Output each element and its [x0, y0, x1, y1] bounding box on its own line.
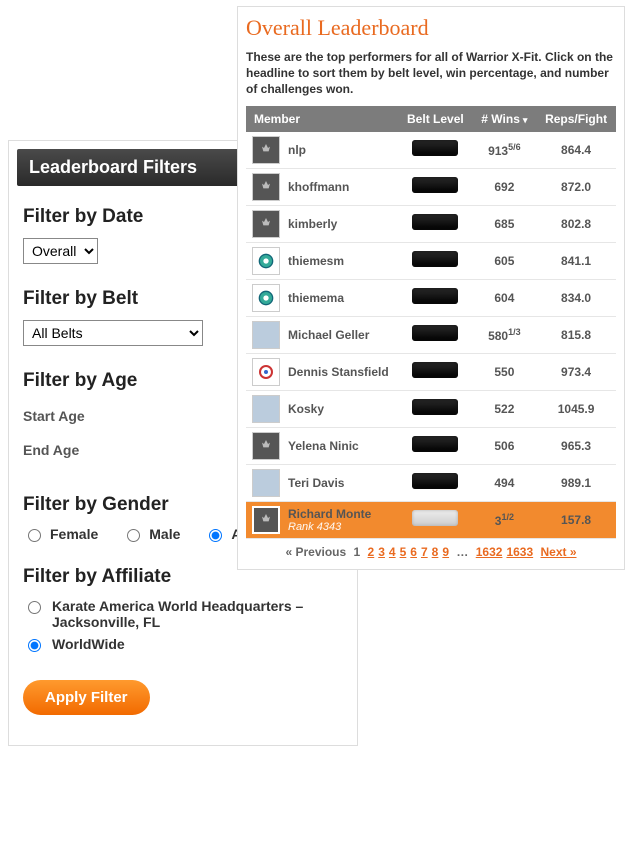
- table-row[interactable]: Teri Davis 494989.1: [246, 464, 616, 501]
- table-row[interactable]: kimberly 685802.8: [246, 205, 616, 242]
- member-name: Dennis Stansfield: [288, 365, 389, 379]
- member-name: Yelena Ninic: [288, 439, 359, 453]
- col-belt[interactable]: Belt Level: [398, 106, 472, 132]
- table-row[interactable]: Kosky 5221045.9: [246, 390, 616, 427]
- reps-cell: 841.1: [536, 242, 616, 279]
- leaderboard-title: Overall Leaderboard: [246, 15, 616, 41]
- member-name: thiemesm: [288, 254, 344, 268]
- belt-icon: [412, 177, 458, 193]
- affiliate-radio-worldwide[interactable]: [28, 639, 41, 652]
- belt-icon: [412, 288, 458, 304]
- pager-ellipsis: …: [456, 545, 468, 559]
- wins-cell: 5801/3: [473, 316, 537, 353]
- belt-icon: [412, 362, 458, 378]
- col-wins[interactable]: # Wins▾: [473, 106, 537, 132]
- end-age-label: End Age: [23, 442, 79, 458]
- table-row[interactable]: khoffmann 692872.0: [246, 168, 616, 205]
- wins-cell: 685: [473, 205, 537, 242]
- wins-cell: 506: [473, 427, 537, 464]
- pager: « Previous 1 23456789 … 16321633 Next »: [246, 545, 616, 559]
- filter-date-select[interactable]: Overall: [23, 238, 98, 264]
- filter-affiliate-section: Filter by Affiliate Karate America World…: [9, 554, 357, 670]
- gender-radio-female[interactable]: [28, 529, 41, 542]
- member-name: Kosky: [288, 402, 324, 416]
- wins-cell: 9135/6: [473, 132, 537, 169]
- start-age-label: Start Age: [23, 408, 85, 424]
- gender-option-female[interactable]: Female: [23, 526, 98, 542]
- filter-belt-select[interactable]: All Belts: [23, 320, 203, 346]
- apply-filter-button[interactable]: Apply Filter: [23, 680, 150, 715]
- pager-page[interactable]: 5: [400, 545, 407, 559]
- belt-icon: [412, 510, 458, 526]
- reps-cell: 834.0: [536, 279, 616, 316]
- leaderboard-panel: Overall Leaderboard These are the top pe…: [237, 6, 625, 570]
- member-name: Richard Monte: [288, 507, 371, 521]
- wins-cell: 605: [473, 242, 537, 279]
- pager-prev: « Previous: [285, 545, 346, 559]
- table-row[interactable]: Dennis Stansfield 550973.4: [246, 353, 616, 390]
- reps-cell: 864.4: [536, 132, 616, 169]
- affiliate-radio-hq[interactable]: [28, 601, 41, 614]
- table-row-me[interactable]: Richard MonteRank 4343 31/2157.8: [246, 501, 616, 538]
- pager-page[interactable]: 4: [389, 545, 396, 559]
- wins-cell: 494: [473, 464, 537, 501]
- gender-radio-male[interactable]: [127, 529, 140, 542]
- reps-cell: 872.0: [536, 168, 616, 205]
- gender-radio-any[interactable]: [209, 529, 222, 542]
- wins-cell: 550: [473, 353, 537, 390]
- member-name: thiemema: [288, 291, 344, 305]
- member-name: kimberly: [288, 217, 337, 231]
- affiliate-option-worldwide[interactable]: WorldWide: [23, 636, 343, 652]
- belt-icon: [412, 399, 458, 415]
- wins-cell: 604: [473, 279, 537, 316]
- pager-page[interactable]: 6: [410, 545, 417, 559]
- pager-page[interactable]: 1633: [506, 545, 533, 559]
- member-name: Teri Davis: [288, 476, 344, 490]
- gender-option-male[interactable]: Male: [122, 526, 180, 542]
- belt-icon: [412, 214, 458, 230]
- reps-cell: 815.8: [536, 316, 616, 353]
- pager-current: 1: [354, 545, 361, 559]
- reps-cell: 973.4: [536, 353, 616, 390]
- member-rank: Rank 4343: [288, 521, 371, 533]
- reps-cell: 965.3: [536, 427, 616, 464]
- wins-cell: 522: [473, 390, 537, 427]
- wins-cell: 692: [473, 168, 537, 205]
- leaderboard-table: Member Belt Level # Wins▾ Reps/Fight nlp…: [246, 106, 616, 539]
- wins-cell: 31/2: [473, 501, 537, 538]
- pager-page[interactable]: 1632: [476, 545, 503, 559]
- member-name: khoffmann: [288, 180, 349, 194]
- pager-next[interactable]: Next »: [540, 545, 576, 559]
- belt-icon: [412, 473, 458, 489]
- reps-cell: 1045.9: [536, 390, 616, 427]
- col-reps[interactable]: Reps/Fight: [536, 106, 616, 132]
- sort-desc-icon: ▾: [523, 115, 528, 125]
- belt-icon: [412, 251, 458, 267]
- belt-icon: [412, 325, 458, 341]
- belt-icon: [412, 140, 458, 156]
- member-name: nlp: [288, 143, 306, 157]
- col-member[interactable]: Member: [246, 106, 398, 132]
- table-row[interactable]: Yelena Ninic 506965.3: [246, 427, 616, 464]
- table-row[interactable]: nlp 9135/6864.4: [246, 132, 616, 169]
- member-name: Michael Geller: [288, 328, 369, 342]
- pager-page[interactable]: 8: [432, 545, 439, 559]
- reps-cell: 989.1: [536, 464, 616, 501]
- pager-page[interactable]: 7: [421, 545, 428, 559]
- table-row[interactable]: thiemesm 605841.1: [246, 242, 616, 279]
- pager-page[interactable]: 9: [442, 545, 449, 559]
- pager-page[interactable]: 2: [368, 545, 375, 559]
- reps-cell: 802.8: [536, 205, 616, 242]
- reps-cell: 157.8: [536, 501, 616, 538]
- leaderboard-subtitle: These are the top performers for all of …: [246, 49, 616, 98]
- table-row[interactable]: thiemema 604834.0: [246, 279, 616, 316]
- belt-icon: [412, 436, 458, 452]
- pager-page[interactable]: 3: [378, 545, 385, 559]
- table-row[interactable]: Michael Geller 5801/3815.8: [246, 316, 616, 353]
- affiliate-option-hq[interactable]: Karate America World Headquarters – Jack…: [23, 598, 343, 630]
